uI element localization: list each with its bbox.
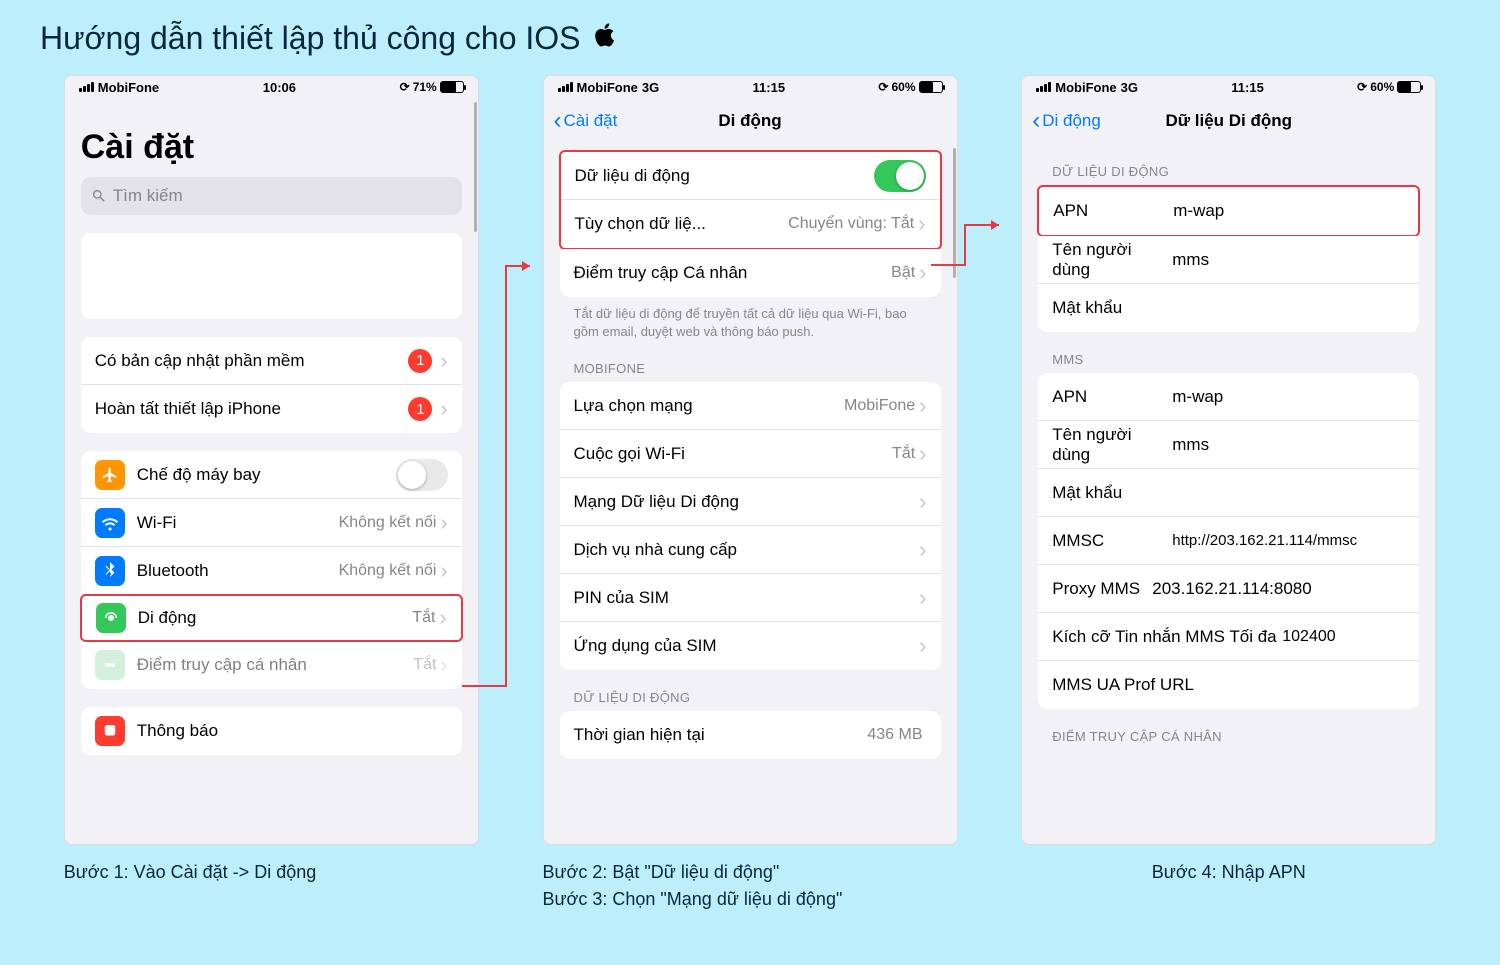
- airplane-toggle[interactable]: [396, 459, 448, 491]
- username-input[interactable]: mms: [1172, 250, 1209, 270]
- chevron-right-icon: ›: [919, 441, 926, 467]
- chevron-right-icon: ›: [440, 396, 447, 422]
- signal-icon: [558, 82, 573, 92]
- status-bar: MobiFone 3G 11:15 ⟳60%: [1022, 76, 1435, 98]
- wifi-icon: [95, 508, 125, 538]
- status-bar: MobiFone 3G 11:15 ⟳60%: [544, 76, 957, 98]
- row-data-network[interactable]: Mạng Dữ liệu Di động›: [560, 478, 941, 526]
- row-finish-setup[interactable]: Hoàn tất thiết lập iPhone 1 ›: [81, 385, 462, 433]
- row-personal-hotspot[interactable]: Điểm truy cập Cá nhân Bật ›: [560, 249, 941, 297]
- row-network-selection[interactable]: Lựa chọn mạngMobiFone›: [560, 382, 941, 430]
- row-mms-apn[interactable]: APNm-wap: [1038, 373, 1419, 421]
- scroll-indicator[interactable]: [953, 148, 956, 278]
- row-current-period[interactable]: Thời gian hiện tại436 MB: [560, 711, 941, 759]
- chevron-right-icon: ›: [918, 211, 925, 237]
- row-password[interactable]: Mật khẩu: [1038, 284, 1419, 332]
- row-mms-username[interactable]: Tên người dùngmms: [1038, 421, 1419, 469]
- caption-step4: Bước 4: Nhập APN: [1021, 859, 1436, 886]
- row-sim-apps[interactable]: Ứng dụng của SIM›: [560, 622, 941, 670]
- apn-input[interactable]: m-wap: [1173, 201, 1224, 221]
- signal-icon: [79, 82, 94, 92]
- search-input[interactable]: Tìm kiếm: [81, 177, 462, 215]
- chevron-right-icon: ›: [919, 537, 926, 563]
- section-mms: MMS: [1052, 352, 1419, 367]
- apple-icon: [591, 20, 619, 57]
- chevron-right-icon: ›: [440, 510, 447, 536]
- settings-title: Cài đặt: [81, 128, 462, 167]
- badge-icon: 1: [408, 397, 432, 421]
- phone-apn: MobiFone 3G 11:15 ⟳60% ‹Di động Dữ liệu …: [1021, 75, 1436, 845]
- row-bluetooth[interactable]: Bluetooth Không kết nối ›: [81, 547, 462, 595]
- hotspot-icon: [95, 650, 125, 680]
- chevron-left-icon: ‹: [554, 109, 562, 133]
- status-time: 10:06: [263, 80, 296, 95]
- chevron-right-icon: ›: [440, 558, 447, 584]
- phone-settings: MobiFone 10:06 ⟳71% Cài đặt Tìm kiếm Có …: [64, 75, 479, 845]
- nav-bar: ‹Cài đặt Di động: [544, 98, 957, 144]
- back-button[interactable]: ‹Di động: [1032, 109, 1101, 133]
- row-mms-uaprof[interactable]: MMS UA Prof URL: [1038, 661, 1419, 709]
- carrier-label: MobiFone: [98, 80, 159, 95]
- signal-icon: [1036, 82, 1051, 92]
- row-username[interactable]: Tên người dùngmms: [1038, 236, 1419, 284]
- section-cellular-data: DỮ LIỆU DI ĐỘNG: [1052, 164, 1419, 179]
- notifications-icon: [95, 716, 125, 746]
- row-carrier-services[interactable]: Dịch vụ nhà cung cấp›: [560, 526, 941, 574]
- section-data-usage: DỮ LIỆU DI ĐỘNG: [574, 690, 941, 705]
- row-cellular-data[interactable]: Dữ liệu di động: [561, 152, 940, 200]
- cellular-data-toggle[interactable]: [874, 160, 926, 192]
- row-mms-maxsize[interactable]: Kích cỡ Tin nhắn MMS Tối đa102400: [1038, 613, 1419, 661]
- chevron-left-icon: ‹: [1032, 109, 1040, 133]
- section-hotspot: ĐIỂM TRUY CẬP CÁ NHÂN: [1052, 729, 1419, 744]
- row-cellular[interactable]: Di động Tắt ›: [80, 594, 463, 642]
- battery-icon: [919, 81, 943, 93]
- section-mobifone: MOBIFONE: [574, 361, 941, 376]
- chevron-right-icon: ›: [919, 489, 926, 515]
- cellular-icon: [96, 603, 126, 633]
- row-sim-pin[interactable]: PIN của SIM›: [560, 574, 941, 622]
- row-apn[interactable]: APNm-wap: [1039, 187, 1418, 235]
- airplane-icon: [95, 460, 125, 490]
- apple-id-card[interactable]: [81, 233, 462, 319]
- search-placeholder: Tìm kiếm: [113, 186, 183, 206]
- row-software-update[interactable]: Có bản cập nhật phần mềm 1 ›: [81, 337, 462, 385]
- page-title-text: Hướng dẫn thiết lập thủ công cho IOS: [40, 20, 581, 57]
- data-description: Tắt dữ liệu di động để truyền tất cả dữ …: [574, 305, 927, 341]
- chevron-right-icon: ›: [919, 633, 926, 659]
- row-mmsc[interactable]: MMSChttp://203.162.21.114/mmsc: [1038, 517, 1419, 565]
- row-hotspot[interactable]: Điểm truy cập cá nhân Tắt ›: [81, 641, 462, 689]
- battery-icon: [1397, 81, 1421, 93]
- battery-icon: [440, 81, 464, 93]
- bluetooth-icon: [95, 556, 125, 586]
- chevron-right-icon: ›: [919, 393, 926, 419]
- search-icon: [91, 188, 107, 204]
- nav-bar: ‹Di động Dữ liệu Di động: [1022, 98, 1435, 144]
- row-mms-password[interactable]: Mật khẩu: [1038, 469, 1419, 517]
- row-wifi-calling[interactable]: Cuộc gọi Wi-FiTắt›: [560, 430, 941, 478]
- status-bar: MobiFone 10:06 ⟳71%: [65, 76, 478, 98]
- chevron-right-icon: ›: [440, 652, 447, 678]
- battery-pct: 71%: [413, 80, 437, 94]
- row-notifications[interactable]: Thông báo: [81, 707, 462, 755]
- caption-step2: Bước 2: Bật "Dữ liệu di động" Bước 3: Ch…: [543, 859, 958, 913]
- row-mms-proxy[interactable]: Proxy MMS203.162.21.114:8080: [1038, 565, 1419, 613]
- phone-cellular: MobiFone 3G 11:15 ⟳60% ‹Cài đặt Di động …: [543, 75, 958, 845]
- back-button[interactable]: ‹Cài đặt: [554, 109, 618, 133]
- status-time: 11:15: [753, 80, 786, 95]
- chevron-right-icon: ›: [440, 348, 447, 374]
- status-time: 11:15: [1231, 80, 1264, 95]
- scroll-indicator[interactable]: [474, 102, 477, 232]
- chevron-right-icon: ›: [439, 605, 446, 631]
- row-airplane[interactable]: Chế độ máy bay: [81, 451, 462, 499]
- chevron-right-icon: ›: [919, 260, 926, 286]
- chevron-right-icon: ›: [919, 585, 926, 611]
- badge-icon: 1: [408, 349, 432, 373]
- row-wifi[interactable]: Wi-Fi Không kết nối ›: [81, 499, 462, 547]
- caption-step1: Bước 1: Vào Cài đặt -> Di động: [64, 859, 479, 886]
- page-title: Hướng dẫn thiết lập thủ công cho IOS: [40, 20, 1460, 57]
- row-data-options[interactable]: Tùy chọn dữ liệ... Chuyển vùng: Tắt ›: [561, 200, 940, 248]
